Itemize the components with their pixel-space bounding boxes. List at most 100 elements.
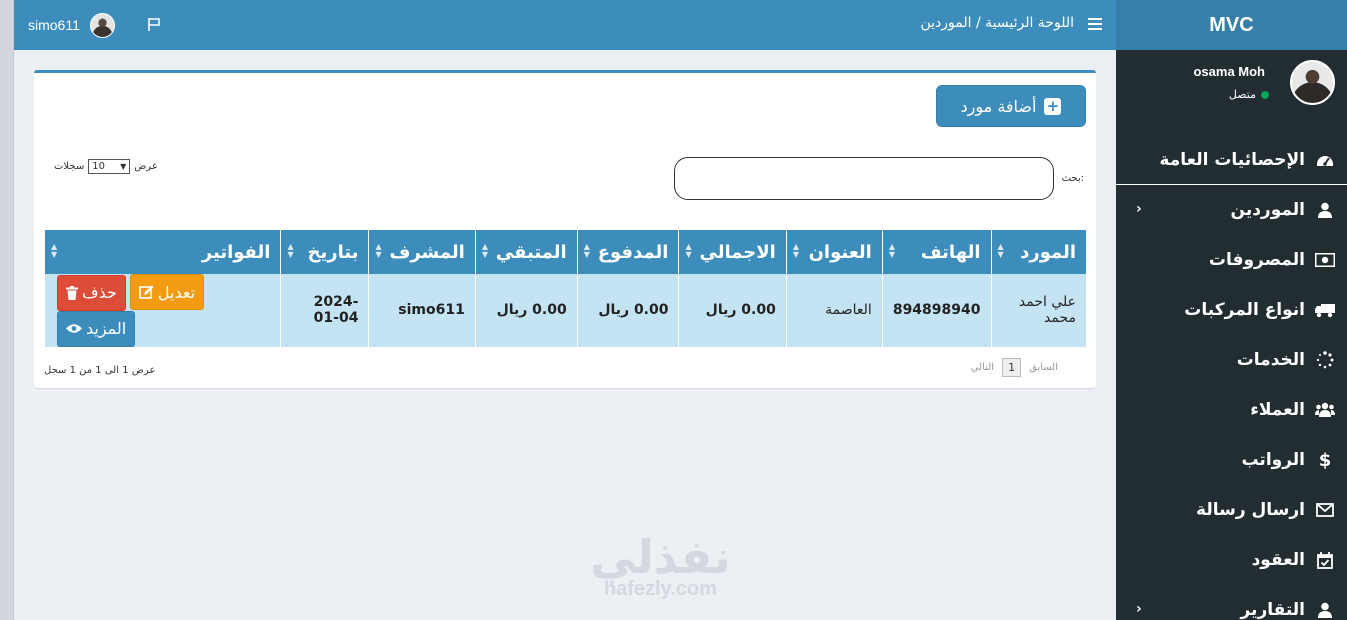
plus-square-icon: + xyxy=(1044,97,1062,115)
sidebar-item-label: الرواتب xyxy=(1241,450,1305,470)
sidebar-item-suppliers[interactable]: الموردين ‹ xyxy=(1116,185,1347,235)
nav-avatar xyxy=(89,12,115,38)
trash-icon xyxy=(66,285,78,300)
cell-actions: حذف تعديل المزيد xyxy=(43,274,281,347)
search-label: بحث: xyxy=(1061,173,1084,184)
sidebar-item-send-message[interactable]: ارسال رسالة xyxy=(1116,485,1347,535)
column-header[interactable]: الهاتف ▲ ▼ xyxy=(881,230,991,274)
table-row: علي احمد محمد 894898940 العاصمة 0.00 ريا… xyxy=(43,274,1086,347)
eye-icon xyxy=(66,324,82,333)
user-name: osama Moh xyxy=(1193,64,1265,79)
left-edge xyxy=(0,0,14,620)
sort-icon: ▲ ▼ xyxy=(51,242,58,259)
cell-paid: 0.00 ريال xyxy=(576,274,679,347)
user-panel: osama Moh متصل xyxy=(1116,50,1347,135)
length-suffix: سجلات xyxy=(54,161,85,172)
edit-icon xyxy=(139,285,154,299)
sidebar-item-label: الإحصائيات العامة xyxy=(1159,149,1305,170)
prev-page-button[interactable]: السابق xyxy=(1029,362,1058,373)
money-icon xyxy=(1315,250,1335,270)
page-length-select[interactable]: 10 ▼ xyxy=(88,159,131,174)
suppliers-box: + أضافة مورد بحث: عرض 10 ▼ سجلات المورد ▲… xyxy=(34,70,1096,388)
calendar-check-icon xyxy=(1315,550,1335,570)
chevron-left-icon: ‹ xyxy=(1136,201,1142,217)
sort-icon: ▲ ▼ xyxy=(375,242,382,259)
sidebar: osama Moh متصل الإحصائيات العامة الموردي… xyxy=(1116,50,1347,620)
user-status: متصل xyxy=(1229,88,1269,101)
sort-icon: ▲ ▼ xyxy=(997,242,1004,259)
cell-phone: 894898940 xyxy=(881,274,991,347)
sidebar-item-clients[interactable]: العملاء xyxy=(1116,385,1347,435)
sidebar-item-label: العقود xyxy=(1251,550,1305,570)
edit-button[interactable]: تعديل xyxy=(129,274,205,310)
breadcrumb: اللوحة الرئيسية / الموردين xyxy=(920,15,1074,31)
sort-icon: ▲ ▼ xyxy=(287,242,294,259)
table-info: عرض 1 الى 1 من 1 سجل xyxy=(44,365,156,376)
pagination: السابق 1 التالي xyxy=(971,358,1058,377)
page-number-button[interactable]: 1 xyxy=(1002,358,1022,377)
column-header[interactable]: المدفوع ▲ ▼ xyxy=(576,230,679,274)
sort-icon: ▲ ▼ xyxy=(583,242,590,259)
sort-icon: ▲ ▼ xyxy=(685,242,692,259)
watermark-arabic: نفذلي xyxy=(590,530,731,584)
sort-icon: ▲ ▼ xyxy=(481,242,489,259)
sidebar-item-label: الموردين xyxy=(1230,200,1305,220)
dollar-icon: $ xyxy=(1318,449,1332,471)
chevron-left-icon: ‹ xyxy=(1136,601,1142,617)
cell-date: 2024-01-04 xyxy=(280,274,369,347)
top-navbar: simo611 اللوحة الرئيسية / الموردين xyxy=(14,0,1116,50)
column-header[interactable]: المتبقي ▲ ▼ xyxy=(474,230,578,274)
user-icon xyxy=(1315,600,1335,620)
chevron-down-icon: ▼ xyxy=(120,162,127,171)
page-length-control: عرض 10 ▼ سجلات xyxy=(54,159,158,174)
column-header[interactable]: الفواتير ▲ ▼ xyxy=(43,230,281,274)
nav-user-menu[interactable]: simo611 xyxy=(28,12,115,38)
next-page-button[interactable]: التالي xyxy=(971,362,994,373)
status-label: متصل xyxy=(1228,88,1256,101)
online-dot-icon xyxy=(1261,90,1269,99)
add-supplier-label: أضافة مورد xyxy=(960,96,1037,116)
table-header-row: المورد ▲ ▼ الهاتف ▲ ▼ العنوان ▲ ▼ الاجمالي ▲ ▼ ا… xyxy=(43,230,1086,274)
column-header[interactable]: المورد ▲ ▼ xyxy=(990,230,1086,274)
user-avatar xyxy=(1290,60,1335,105)
sidebar-item-vehicle-types[interactable]: انواع المركبات xyxy=(1116,285,1347,335)
search-input[interactable] xyxy=(674,157,1054,200)
sidebar-item-statistics[interactable]: الإحصائيات العامة xyxy=(1116,135,1347,185)
cell-supervisor: simo611 xyxy=(368,274,476,347)
add-supplier-button[interactable]: + أضافة مورد xyxy=(936,85,1086,127)
sidebar-item-label: المصروفات xyxy=(1208,250,1305,270)
suppliers-table: المورد ▲ ▼ الهاتف ▲ ▼ العنوان ▲ ▼ الاجمالي ▲ ▼ ا… xyxy=(43,230,1086,347)
more-button[interactable]: المزيد xyxy=(57,310,136,347)
spinner-icon xyxy=(1315,350,1335,370)
sidebar-item-label: ارسال رسالة xyxy=(1196,500,1305,520)
cell-supplier: علي احمد محمد xyxy=(990,274,1086,347)
dashboard-icon xyxy=(1315,150,1335,170)
sidebar-item-label: العملاء xyxy=(1250,400,1305,420)
nav-username: simo611 xyxy=(28,17,80,33)
column-header[interactable]: الاجمالي ▲ ▼ xyxy=(678,230,787,274)
truck-icon xyxy=(1315,300,1335,320)
column-header[interactable]: بتاريخ ▲ ▼ xyxy=(280,230,369,274)
sort-icon: ▲ ▼ xyxy=(888,242,895,259)
column-header[interactable]: المشرف ▲ ▼ xyxy=(368,230,476,274)
sidebar-item-expenses[interactable]: المصروفات xyxy=(1116,235,1347,285)
app-logo[interactable]: MVC xyxy=(1116,0,1347,50)
sidebar-item-salaries[interactable]: $ الرواتب xyxy=(1116,435,1347,485)
length-prefix: عرض xyxy=(134,161,158,172)
cell-remaining: 0.00 ريال xyxy=(474,274,578,347)
watermark-latin: nafezly.com xyxy=(603,578,717,600)
flag-icon[interactable] xyxy=(146,16,162,32)
sidebar-item-label: الخدمات xyxy=(1236,350,1305,370)
sidebar-item-services[interactable]: الخدمات xyxy=(1116,335,1347,385)
column-header[interactable]: العنوان ▲ ▼ xyxy=(785,230,883,274)
sidebar-item-reports[interactable]: التقارير ‹ xyxy=(1116,585,1347,620)
sort-icon: ▲ ▼ xyxy=(792,242,799,259)
envelope-icon xyxy=(1315,500,1335,520)
sidebar-item-label: التقارير xyxy=(1240,600,1305,620)
users-icon xyxy=(1315,400,1335,420)
menu-toggle-icon[interactable] xyxy=(1088,18,1102,32)
sidebar-item-contracts[interactable]: العقود xyxy=(1116,535,1347,585)
delete-button[interactable]: حذف xyxy=(57,274,126,311)
watermark: نفذلي nafezly.com xyxy=(590,530,731,601)
sidebar-item-label: انواع المركبات xyxy=(1184,300,1305,320)
